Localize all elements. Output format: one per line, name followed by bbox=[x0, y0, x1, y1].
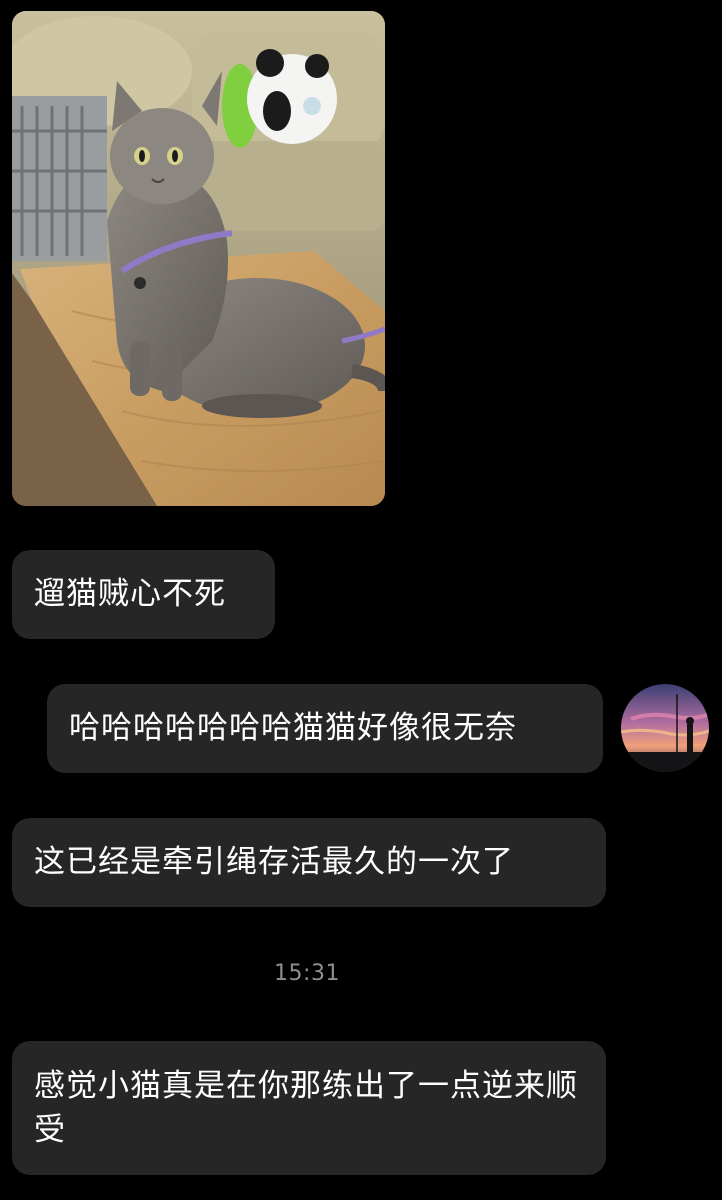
cat-photo[interactable] bbox=[12, 11, 385, 506]
message-text: 感觉小猫真是在你那练出了一点逆来顺受 bbox=[34, 1068, 578, 1148]
avatar-image bbox=[621, 684, 709, 772]
cat-photo-image bbox=[12, 11, 385, 506]
message-text: 哈哈哈哈哈哈哈猫猫好像很无奈 bbox=[69, 710, 517, 746]
message-text: 遛猫贼心不死 bbox=[34, 576, 226, 612]
message-timestamp: 15:31 bbox=[274, 961, 340, 986]
message-bubble-sent[interactable]: 哈哈哈哈哈哈哈猫猫好像很无奈 bbox=[47, 684, 603, 773]
sunset-avatar-icon[interactable] bbox=[621, 684, 709, 772]
message-bubble-received[interactable]: 这已经是牵引绳存活最久的一次了 bbox=[12, 818, 606, 907]
message-bubble-received[interactable]: 遛猫贼心不死 bbox=[12, 550, 275, 639]
message-bubble-received[interactable]: 感觉小猫真是在你那练出了一点逆来顺受 bbox=[12, 1041, 606, 1175]
message-text: 这已经是牵引绳存活最久的一次了 bbox=[34, 844, 514, 880]
